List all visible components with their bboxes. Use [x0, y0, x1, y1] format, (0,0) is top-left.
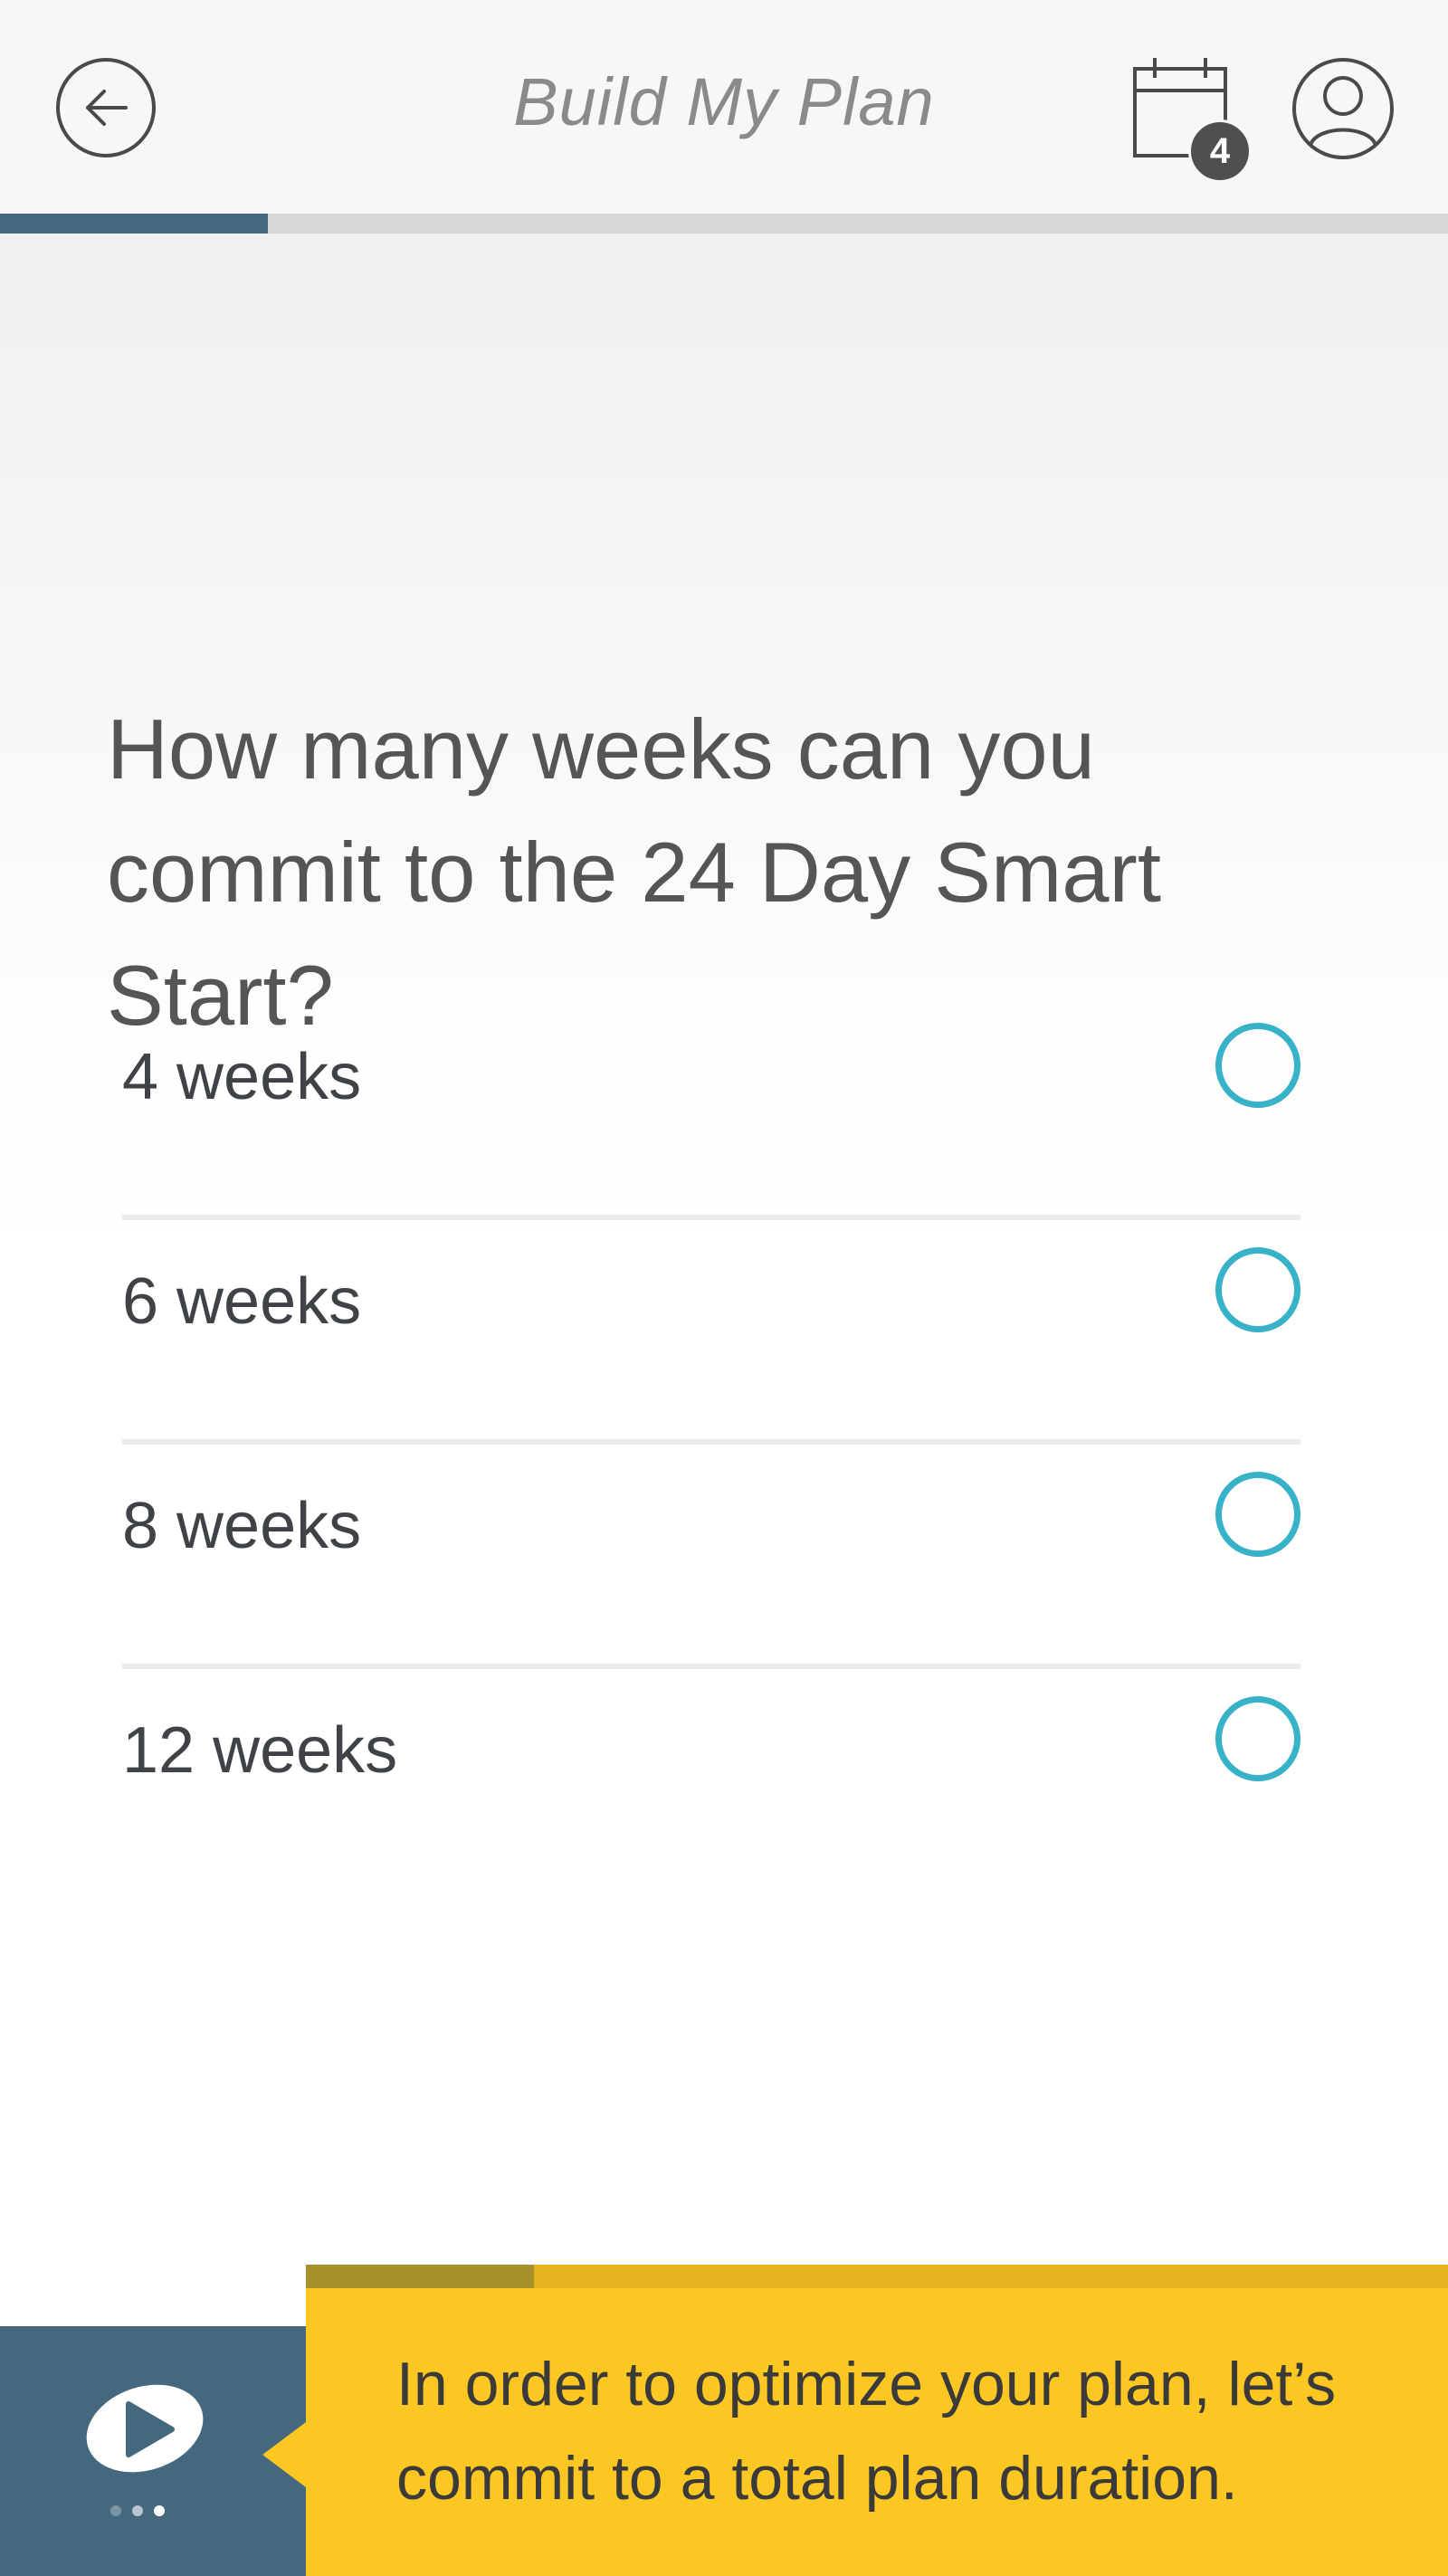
arrow-left-icon [86, 90, 128, 126]
assistant-message-bubble: In order to optimize your plan, let’s co… [306, 2265, 1448, 2576]
bubble-tail [262, 2422, 306, 2487]
plan-progress-fill [0, 214, 268, 234]
pager-dot [132, 2505, 143, 2516]
message-progress-bar [306, 2265, 1448, 2288]
calendar-count-badge: 4 [1188, 119, 1252, 183]
plan-progress-bar [0, 214, 1448, 234]
option-12-weeks[interactable]: 12 weeks [122, 1669, 1300, 1894]
radio-button[interactable] [1215, 1023, 1300, 1108]
page-title: Build My Plan [513, 64, 935, 139]
user-icon [1292, 58, 1394, 159]
option-label: 4 weeks [122, 1041, 362, 1113]
pager-dot [154, 2505, 165, 2516]
play-logo-icon [86, 2384, 204, 2473]
message-progress-fill [306, 2265, 535, 2288]
pager-dot [110, 2505, 121, 2516]
radio-button[interactable] [1215, 1472, 1300, 1557]
option-label: 8 weeks [122, 1490, 362, 1562]
option-8-weeks[interactable]: 8 weeks [122, 1445, 1300, 1669]
profile-button[interactable] [1291, 56, 1396, 161]
radio-button[interactable] [1215, 1696, 1300, 1781]
app-header: Build My Plan 4 [0, 0, 1448, 214]
option-6-weeks[interactable]: 6 weeks [122, 1220, 1300, 1445]
assistant-pager [110, 2505, 165, 2516]
assistant-message: In order to optimize your plan, let’s co… [396, 2350, 1337, 2513]
duration-options: 4 weeks 6 weeks 8 weeks 12 weeks [122, 996, 1300, 1894]
assistant-avatar-button[interactable] [81, 2379, 208, 2478]
radio-button[interactable] [1215, 1247, 1300, 1332]
option-4-weeks[interactable]: 4 weeks [122, 996, 1300, 1220]
option-label: 6 weeks [122, 1265, 362, 1338]
option-label: 12 weeks [122, 1714, 398, 1787]
back-button[interactable] [56, 58, 156, 157]
